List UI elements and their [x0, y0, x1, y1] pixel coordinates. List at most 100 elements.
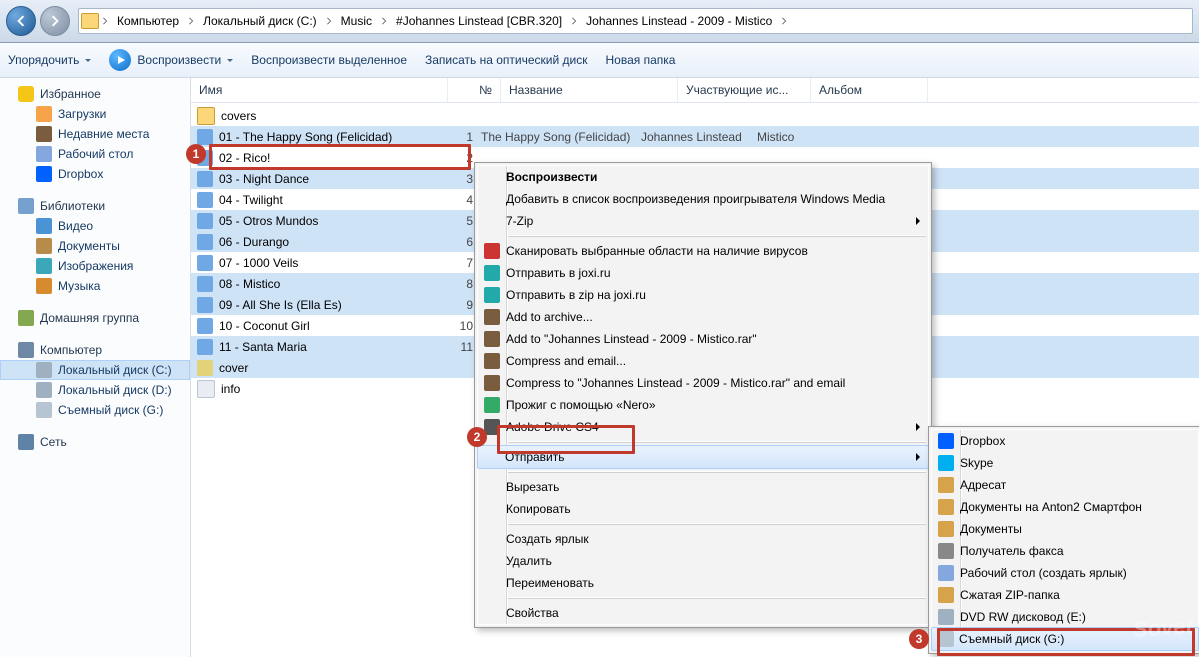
star-icon: [18, 86, 34, 102]
menu-item[interactable]: Dropbox: [932, 430, 1198, 452]
menu-item-label: Рабочий стол (создать ярлык): [960, 566, 1198, 580]
submenu-arrow-icon: [916, 217, 920, 225]
crumb[interactable]: Johannes Linstead - 2009 - Mistico: [580, 10, 778, 32]
menu-item[interactable]: Adobe Drive CS4: [478, 416, 928, 438]
chevron-right-icon[interactable]: [378, 10, 390, 32]
col-album[interactable]: Альбом: [811, 78, 928, 102]
sidebar-item-icon: [36, 218, 52, 234]
menu-item[interactable]: Прожиг с помощью «Nero»: [478, 394, 928, 416]
menu-item[interactable]: Добавить в список воспроизведения проигр…: [478, 188, 928, 210]
sidebar-item-icon: [36, 382, 52, 398]
menu-item[interactable]: Переименовать: [478, 572, 928, 594]
menu-item[interactable]: Сканировать выбранные области на наличие…: [478, 240, 928, 262]
sidebar-item[interactable]: Изображения: [0, 256, 190, 276]
chevron-right-icon[interactable]: [778, 10, 790, 32]
sidebar-item-label: Изображения: [58, 259, 133, 273]
file-name: 04 - Twilight: [219, 193, 437, 207]
menu-item-label: Прожиг с помощью «Nero»: [506, 398, 928, 412]
music-icon: [197, 339, 213, 355]
file-name: info: [221, 382, 439, 396]
sidebar-item[interactable]: Съемный диск (G:): [0, 400, 190, 420]
address-bar: Компьютер Локальный диск (C:) Music #Joh…: [0, 0, 1199, 43]
music-icon: [197, 297, 213, 313]
crumb[interactable]: Music: [335, 10, 378, 32]
new-folder-button[interactable]: Новая папка: [606, 53, 676, 67]
sidebar-libraries[interactable]: Библиотеки: [0, 196, 190, 216]
sidebar-item[interactable]: Рабочий стол: [0, 144, 190, 164]
sidebar-item[interactable]: Недавние места: [0, 124, 190, 144]
sidebar-network[interactable]: Сеть: [0, 432, 190, 452]
menu-item[interactable]: Compress to "Johannes Linstead - 2009 - …: [478, 372, 928, 394]
menu-item-label: Воспроизвести: [506, 170, 928, 184]
col-name[interactable]: Имя: [191, 78, 448, 102]
sidebar-favorites[interactable]: Избранное: [0, 84, 190, 104]
menu-item[interactable]: Отправить в zip на joxi.ru: [478, 284, 928, 306]
menu-item[interactable]: Отправить в joxi.ru: [478, 262, 928, 284]
breadcrumb[interactable]: Компьютер Локальный диск (C:) Music #Joh…: [78, 8, 1193, 34]
play-selection-button[interactable]: Воспроизвести выделенное: [251, 53, 407, 67]
col-number[interactable]: №: [448, 78, 501, 102]
menu-item[interactable]: Compress and email...: [478, 350, 928, 372]
sidebar-item-label: Видео: [58, 219, 93, 233]
sidebar-item[interactable]: Видео: [0, 216, 190, 236]
menu-item[interactable]: Add to archive...: [478, 306, 928, 328]
submenu-arrow-icon: [916, 453, 920, 461]
menu-item-label: Add to "Johannes Linstead - 2009 - Misti…: [506, 332, 928, 346]
menu-item[interactable]: Сжатая ZIP-папка: [932, 584, 1198, 606]
sidebar-item[interactable]: Загрузки: [0, 104, 190, 124]
chevron-right-icon[interactable]: [568, 10, 580, 32]
menu-item[interactable]: Получатель факса: [932, 540, 1198, 562]
menu-item[interactable]: Воспроизвести: [478, 166, 928, 188]
sidebar-item-icon: [36, 146, 52, 162]
sidebar-computer[interactable]: Компьютер: [0, 340, 190, 360]
menu-item[interactable]: Вырезать: [478, 476, 928, 498]
col-artist[interactable]: Участвующие ис...: [678, 78, 811, 102]
menu-item[interactable]: Создать ярлык: [478, 528, 928, 550]
menu-item-label: 7-Zip: [506, 214, 928, 228]
menu-item[interactable]: Документы: [932, 518, 1198, 540]
chevron-right-icon[interactable]: [185, 10, 197, 32]
menu-item[interactable]: Add to "Johannes Linstead - 2009 - Misti…: [478, 328, 928, 350]
crumb[interactable]: Локальный диск (C:): [197, 10, 323, 32]
organize-button[interactable]: Упорядочить: [8, 53, 91, 67]
menu-item-icon: [478, 243, 506, 259]
sidebar-item-label: Музыка: [58, 279, 100, 293]
sidebar-homegroup[interactable]: Домашняя группа: [0, 308, 190, 328]
menu-item-icon: [932, 631, 959, 647]
file-name: covers: [221, 109, 439, 123]
play-button[interactable]: Воспроизвести: [109, 49, 233, 71]
column-headers: Имя № Название Участвующие ис... Альбом: [191, 78, 1199, 103]
menu-item[interactable]: Копировать: [478, 498, 928, 520]
col-title[interactable]: Название: [501, 78, 678, 102]
menu-item[interactable]: Отправить: [477, 445, 929, 469]
homegroup-icon: [18, 310, 34, 326]
crumb[interactable]: #Johannes Linstead [CBR.320]: [390, 10, 568, 32]
sidebar-item[interactable]: Музыка: [0, 276, 190, 296]
menu-item[interactable]: Рабочий стол (создать ярлык): [932, 562, 1198, 584]
file-name: 07 - 1000 Veils: [219, 256, 437, 270]
nav-back-button[interactable]: [6, 6, 36, 36]
crumb[interactable]: Компьютер: [111, 10, 185, 32]
text-icon: [197, 380, 215, 398]
menu-item[interactable]: Удалить: [478, 550, 928, 572]
sidebar-item-icon: [36, 402, 52, 418]
burn-button[interactable]: Записать на оптический диск: [425, 53, 588, 67]
sidebar-item[interactable]: Локальный диск (C:): [0, 360, 190, 380]
menu-item[interactable]: 7-Zip: [478, 210, 928, 232]
chevron-right-icon[interactable]: [99, 10, 111, 32]
chevron-right-icon[interactable]: [323, 10, 335, 32]
menu-item[interactable]: Skype: [932, 452, 1198, 474]
sidebar-item[interactable]: Документы: [0, 236, 190, 256]
nav-forward-button[interactable]: [40, 6, 70, 36]
menu-item-label: Вырезать: [506, 480, 928, 494]
sidebar-item-label: Dropbox: [58, 167, 103, 181]
sidebar-item[interactable]: Локальный диск (D:): [0, 380, 190, 400]
menu-item-icon: [932, 543, 960, 559]
sidebar-item[interactable]: Dropbox: [0, 164, 190, 184]
menu-item[interactable]: Документы на Anton2 Смартфон: [932, 496, 1198, 518]
file-row[interactable]: covers: [191, 105, 1199, 126]
file-row[interactable]: 01 - The Happy Song (Felicidad)1The Happ…: [191, 126, 1199, 147]
menu-item[interactable]: Свойства: [478, 602, 928, 624]
sidebar-item-label: Недавние места: [58, 127, 149, 141]
menu-item[interactable]: Адресат: [932, 474, 1198, 496]
